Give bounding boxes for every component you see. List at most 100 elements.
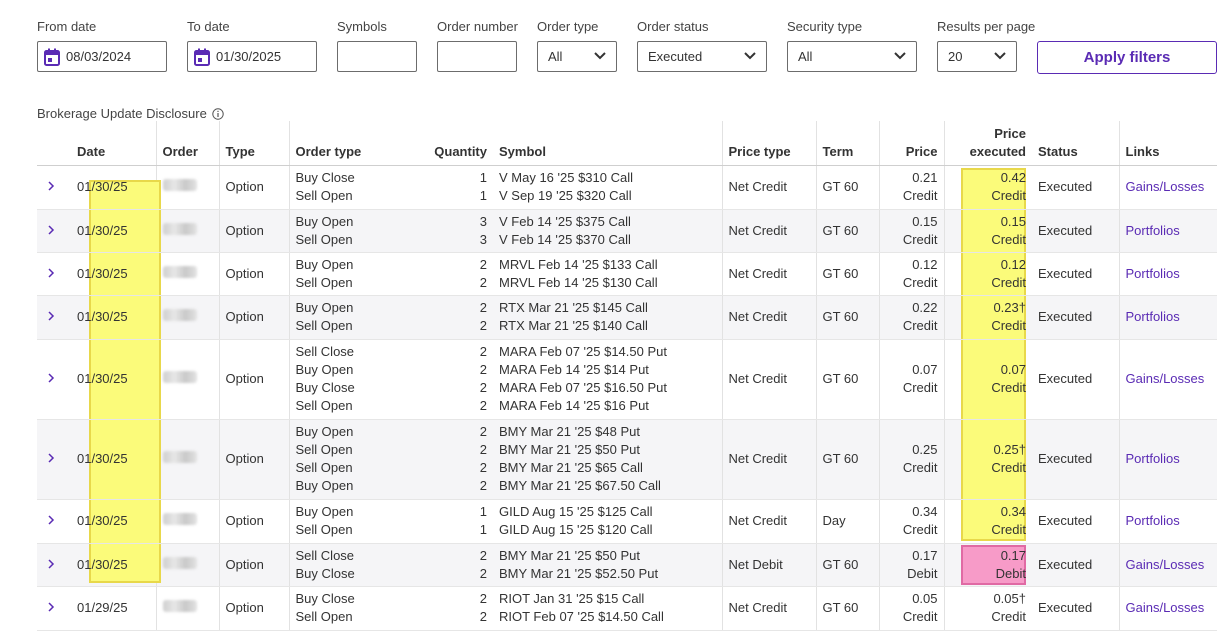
type-cell: Option <box>218 295 289 340</box>
type-cell: Option <box>218 499 289 544</box>
order-type-header[interactable]: Order type <box>288 121 409 166</box>
order-type-line: Buy Open <box>295 504 354 519</box>
chevron-right-icon[interactable] <box>47 224 55 235</box>
price-type-cell: Net Credit <box>721 499 816 544</box>
expand-toggle[interactable] <box>37 586 65 631</box>
date-header[interactable]: Date <box>65 121 156 166</box>
table-row[interactable]: 01/30/25 Option Buy Open Sell Open 22 RTX… <box>37 295 1217 340</box>
chevron-right-icon[interactable] <box>47 267 55 278</box>
status-cell: Executed <box>1032 586 1119 631</box>
chevron-right-icon[interactable] <box>47 181 55 191</box>
order-type-select[interactable]: All <box>537 41 617 72</box>
portfolios-link[interactable]: Portfolios <box>1126 223 1180 238</box>
security-type-select[interactable]: All <box>787 41 917 72</box>
portfolios-link[interactable]: Portfolios <box>1126 513 1180 528</box>
quantity-line: 3 <box>479 213 487 229</box>
order-type-cell: Buy Open Sell Open Sell Open Buy Open <box>288 419 409 500</box>
price-type-cell: Net Credit <box>721 295 816 340</box>
order-header[interactable]: Order <box>155 121 219 166</box>
price-line: Credit <box>902 231 938 247</box>
table-row[interactable]: 01/30/25 Option Buy Open Sell Open Sell Op… <box>37 419 1217 500</box>
expand-toggle[interactable] <box>37 209 65 253</box>
table-row[interactable]: 01/30/25 Option Buy Open Sell Open 33 V F… <box>37 209 1217 253</box>
to-date-label: To date <box>187 19 230 34</box>
price-executed-line: 0.15 <box>1000 213 1026 229</box>
date-cell: 01/29/25 <box>65 586 156 631</box>
term-header[interactable]: Term <box>815 121 879 166</box>
to-date-field[interactable]: 01/30/2025 <box>187 41 317 72</box>
expand-toggle[interactable] <box>37 339 65 420</box>
portfolios-link[interactable]: Portfolios <box>1126 266 1180 281</box>
order-type-line: Sell Close <box>295 547 355 563</box>
symbol-line: RIOT Feb 07 '25 $14.50 Call <box>499 609 664 624</box>
order-number-redacted <box>162 179 197 191</box>
symbol-header[interactable]: Symbol <box>493 121 722 166</box>
table-row[interactable]: 01/30/25 Option Sell Close Buy Open Buy Cl… <box>37 339 1217 420</box>
results-per-page-select[interactable]: 20 <box>937 41 1017 72</box>
price-line: Credit <box>902 609 938 624</box>
order-number-input[interactable] <box>437 41 517 72</box>
price-executed-header-line1: Price <box>994 125 1026 141</box>
symbols-input[interactable] <box>337 41 417 72</box>
expand-toggle[interactable] <box>37 543 65 587</box>
apply-filters-button[interactable]: Apply filters <box>1037 41 1217 74</box>
gains-losses-link[interactable]: Gains/Losses <box>1126 179 1205 194</box>
order-type-cell: Buy Open Sell Open <box>288 499 409 544</box>
gains-losses-link[interactable]: Gains/Losses <box>1126 557 1205 572</box>
expand-toggle[interactable] <box>37 419 65 500</box>
date-cell: 01/30/25 <box>65 209 161 253</box>
portfolios-link[interactable]: Portfolios <box>1126 451 1180 466</box>
expand-toggle[interactable] <box>37 165 65 210</box>
type-cell: Option <box>218 586 289 631</box>
quantity-line: 2 <box>479 478 487 493</box>
symbol-line: BMY Mar 21 '25 $52.50 Put <box>499 565 659 581</box>
from-date-field[interactable]: 08/03/2024 <box>37 41 167 72</box>
chevron-right-icon[interactable] <box>47 558 55 569</box>
results-per-page-label: Results per page <box>937 19 1036 34</box>
price-line: 0.07 <box>912 362 938 377</box>
portfolios-link[interactable]: Portfolios <box>1126 309 1180 324</box>
order-number-cell <box>155 339 219 420</box>
table-row[interactable]: 01/30/25 Option Sell Close Buy Close 22 B… <box>37 543 1217 587</box>
price-executed-line: 0.12 <box>1000 256 1026 272</box>
expand-toggle[interactable] <box>37 295 65 340</box>
order-status-select[interactable]: Executed <box>637 41 767 72</box>
table-row[interactable]: 01/30/25 Option Buy Open Sell Open 22 MRV… <box>37 252 1217 296</box>
price-type-header[interactable]: Price type <box>721 121 816 166</box>
status-header[interactable]: Status <box>1032 121 1119 166</box>
table-row[interactable]: 01/30/25 Option Buy Open Sell Open 11 GIL… <box>37 499 1217 544</box>
chevron-right-icon[interactable] <box>47 373 55 383</box>
info-icon[interactable] <box>212 107 224 120</box>
order-status-label: Order status <box>637 19 709 34</box>
chevron-right-icon[interactable] <box>47 311 55 321</box>
gains-losses-link[interactable]: Gains/Losses <box>1126 371 1205 386</box>
expand-toggle[interactable] <box>37 499 65 544</box>
chevron-right-icon[interactable] <box>47 515 55 525</box>
symbol-line: V Feb 14 '25 $375 Call <box>499 213 631 229</box>
price-executed-line: Credit <box>991 274 1026 290</box>
chevron-right-icon[interactable] <box>47 602 55 612</box>
chevron-right-icon[interactable] <box>47 453 55 463</box>
date-cell: 01/30/25 <box>65 499 161 544</box>
brokerage-update-disclosure[interactable]: Brokerage Update Disclosure <box>37 106 224 121</box>
symbol-line: MARA Feb 07 '25 $16.50 Put <box>499 380 667 395</box>
order-type-line: Sell Close <box>295 344 355 359</box>
table-row[interactable]: 01/29/25 Option Buy Close Sell Open 22 RI… <box>37 586 1217 631</box>
status-cell: Executed <box>1032 499 1119 544</box>
price-header[interactable]: Price <box>878 121 944 166</box>
table-row[interactable]: 01/30/25 Option Buy Close Sell Open 11 V … <box>37 165 1217 210</box>
price-executed-cell: 0.17 Debit <box>943 543 1032 587</box>
links-cell: Portfolios <box>1118 295 1217 340</box>
gains-losses-link[interactable]: Gains/Losses <box>1126 600 1205 615</box>
quantity-line: 2 <box>479 609 487 624</box>
expand-toggle[interactable] <box>37 252 65 296</box>
price-executed-cell: 0.07 Credit <box>943 339 1032 420</box>
term-cell: GT 60 <box>815 165 879 210</box>
type-header[interactable]: Type <box>218 121 289 166</box>
date-cell: 01/30/25 <box>65 252 161 296</box>
order-type-line: Buy Open <box>295 300 354 315</box>
price-line: 0.12 <box>912 256 938 272</box>
price-executed-header[interactable]: Price executed <box>943 121 1032 166</box>
price-line: Credit <box>902 188 938 203</box>
quantity-header[interactable]: Quantity <box>409 121 493 166</box>
